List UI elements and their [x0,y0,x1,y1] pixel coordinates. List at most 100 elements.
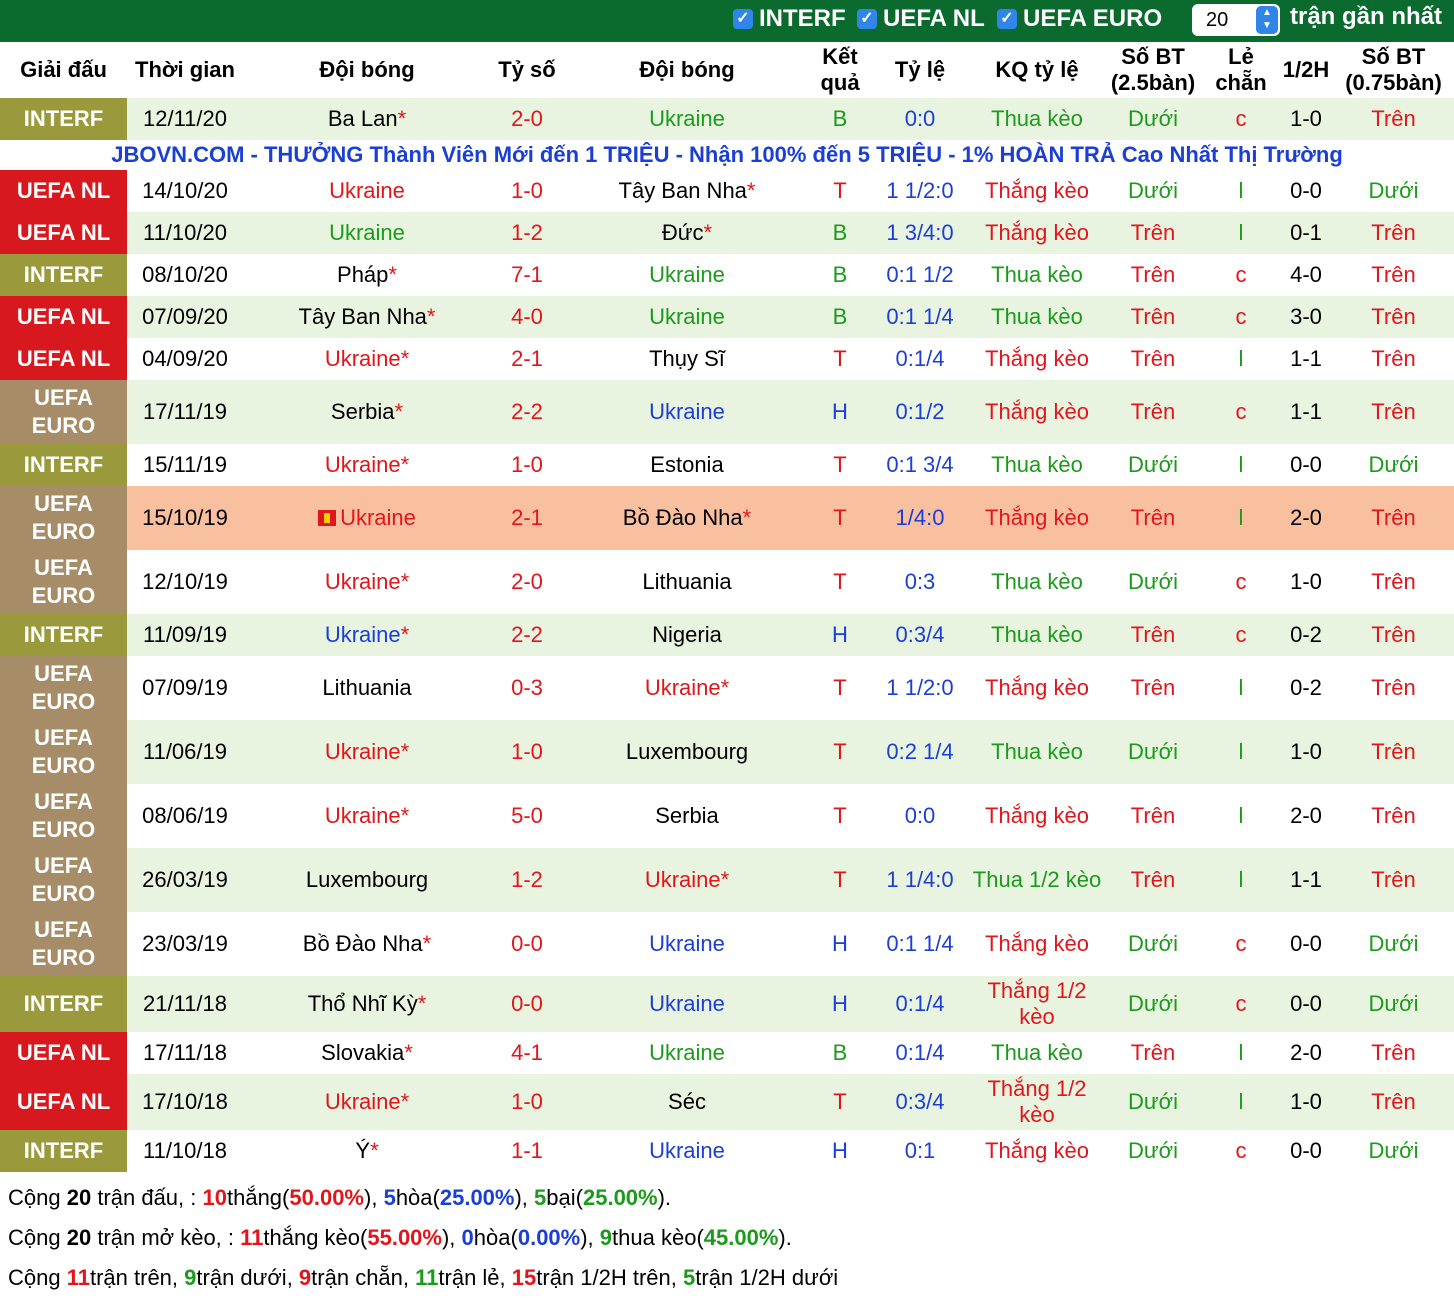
column-header[interactable]: Lẻ chẵn [1203,42,1279,98]
score-cell[interactable]: 2-0 [491,98,563,140]
filter-interf[interactable]: ✓ INTERF [733,5,846,33]
away-team-cell[interactable]: Ukraine* [563,848,811,912]
away-team-cell[interactable]: Ukraine [563,1032,811,1074]
home-team-cell[interactable]: Ukraine* [243,1074,491,1130]
recent-count-select[interactable]: 20 ▲ ▼ [1192,4,1280,36]
home-team-cell[interactable]: Ukraine* [243,784,491,848]
away-team-cell[interactable]: Đức* [563,212,811,254]
score-cell[interactable]: 1-0 [491,1074,563,1130]
score-cell[interactable]: 1-1 [491,1130,563,1172]
home-team-cell[interactable]: Ukraine* [243,338,491,380]
home-team-cell[interactable]: Thổ Nhĩ Kỳ* [243,976,491,1032]
column-header[interactable]: Giải đấu [0,42,127,98]
filter-uefa-nl[interactable]: ✓ UEFA NL [857,5,985,33]
column-header[interactable]: Số BT (0.75bàn) [1333,42,1454,98]
away-team-cell[interactable]: Serbia [563,784,811,848]
table-row[interactable]: UEFA EURO 08/06/19 Ukraine* 5-0 Serbia T 0:0 Th… [0,784,1454,848]
column-header[interactable]: Đội bóng [243,42,491,98]
table-row[interactable]: UEFA EURO 23/03/19 Bồ Đào Nha* 0-0 Ukraine H 0… [0,912,1454,976]
table-row[interactable]: INTERF 08/10/20 Pháp* 7-1 Ukraine B 0:1 1/2 Thu… [0,254,1454,296]
home-team-cell[interactable]: Lithuania [243,656,491,720]
home-team-cell[interactable]: Pháp* [243,254,491,296]
score-cell[interactable]: 1-0 [491,170,563,212]
stepper-icon[interactable]: ▲ ▼ [1256,6,1278,34]
checkbox-icon[interactable]: ✓ [733,9,753,29]
home-team-cell[interactable]: Tây Ban Nha* [243,296,491,338]
table-row[interactable]: UEFA NL 17/11/18 Slovakia* 4-1 Ukraine B 0:1/4… [0,1032,1454,1074]
score-cell[interactable]: 1-2 [491,212,563,254]
table-row[interactable]: INTERF 21/11/18 Thổ Nhĩ Kỳ* 0-0 Ukraine H 0:1/… [0,976,1454,1032]
home-team-cell[interactable]: Serbia* [243,380,491,444]
table-row[interactable]: INTERF 12/11/20 Ba Lan* 2-0 Ukraine B 0:0 Thua … [0,98,1454,140]
score-cell[interactable]: 2-2 [491,614,563,656]
away-team-cell[interactable]: Ukraine [563,1130,811,1172]
checkbox-icon[interactable]: ✓ [857,9,877,29]
promo-banner-row[interactable]: JBOVN.COM - THƯỞNG Thành Viên Mới đến 1 … [0,140,1454,170]
score-cell[interactable]: 2-0 [491,550,563,614]
away-team-cell[interactable]: Estonia [563,444,811,486]
score-cell[interactable]: 0-0 [491,912,563,976]
home-team-cell[interactable]: Ukraine [243,486,491,550]
table-row[interactable]: UEFA EURO 11/06/19 Ukraine* 1-0 Luxembourg T 0… [0,720,1454,784]
score-cell[interactable]: 4-0 [491,296,563,338]
score-cell[interactable]: 1-0 [491,444,563,486]
score-cell[interactable]: 0-3 [491,656,563,720]
score-cell[interactable]: 2-2 [491,380,563,444]
column-header[interactable]: Tỷ lệ [869,42,971,98]
column-header[interactable]: 1/2H [1279,42,1333,98]
home-team-cell[interactable]: Slovakia* [243,1032,491,1074]
away-team-cell[interactable]: Lithuania [563,550,811,614]
home-team-cell[interactable]: Ba Lan* [243,98,491,140]
home-team-cell[interactable]: Ukraine* [243,550,491,614]
home-team-cell[interactable]: Ukraine* [243,720,491,784]
away-team-cell[interactable]: Ukraine [563,912,811,976]
score-cell[interactable]: 1-2 [491,848,563,912]
table-row[interactable]: UEFA EURO 12/10/19 Ukraine* 2-0 Lithuania T 0:… [0,550,1454,614]
table-row[interactable]: UEFA EURO 26/03/19 Luxembourg 1-2 Ukraine* T 1… [0,848,1454,912]
table-row[interactable]: UEFA NL 04/09/20 Ukraine* 2-1 Thụy Sĩ T 0:1/4 T… [0,338,1454,380]
table-row[interactable]: INTERF 11/10/18 Ý* 1-1 Ukraine H 0:1 Thắng kèo D… [0,1130,1454,1172]
column-header[interactable]: Thời gian [127,42,243,98]
away-team-cell[interactable]: Thụy Sĩ [563,338,811,380]
score-cell[interactable]: 1-0 [491,720,563,784]
column-header[interactable]: KQ tỷ lệ [971,42,1103,98]
home-team-cell[interactable]: Luxembourg [243,848,491,912]
table-row[interactable]: UEFA EURO 17/11/19 Serbia* 2-2 Ukraine H 0:1/2… [0,380,1454,444]
away-team-cell[interactable]: Ukraine* [563,656,811,720]
filter-uefa-euro[interactable]: ✓ UEFA EURO [997,5,1162,33]
table-row[interactable]: INTERF 15/11/19 Ukraine* 1-0 Estonia T 0:1 3/4… [0,444,1454,486]
score-cell[interactable]: 2-1 [491,338,563,380]
column-header[interactable]: Đội bóng [563,42,811,98]
table-row[interactable]: UEFA EURO 07/09/19 Lithuania 0-3 Ukraine* T 1 … [0,656,1454,720]
score-cell[interactable]: 5-0 [491,784,563,848]
score-cell[interactable]: 2-1 [491,486,563,550]
promo-banner-link[interactable]: JBOVN.COM - THƯỞNG Thành Viên Mới đến 1 … [0,140,1454,170]
away-team-cell[interactable]: Ukraine [563,296,811,338]
home-team-cell[interactable]: Ukraine* [243,444,491,486]
table-row[interactable]: UEFA NL 07/09/20 Tây Ban Nha* 4-0 Ukraine B 0:… [0,296,1454,338]
home-team-cell[interactable]: Ukraine* [243,614,491,656]
home-team-cell[interactable]: Ukraine [243,212,491,254]
away-team-cell[interactable]: Bồ Đào Nha* [563,486,811,550]
table-row[interactable]: UEFA NL 14/10/20 Ukraine 1-0 Tây Ban Nha* T 1 … [0,170,1454,212]
table-row[interactable]: INTERF 11/09/19 Ukraine* 2-2 Nigeria H 0:3/4 Th… [0,614,1454,656]
column-header[interactable]: Tỷ số [491,42,563,98]
away-team-cell[interactable]: Tây Ban Nha* [563,170,811,212]
score-cell[interactable]: 7-1 [491,254,563,296]
table-row[interactable]: UEFA EURO 15/10/19 Ukraine 2-1 Bồ Đào Nha* T 1… [0,486,1454,550]
away-team-cell[interactable]: Ukraine [563,976,811,1032]
column-header[interactable]: Kết quả [811,42,869,98]
score-cell[interactable]: 4-1 [491,1032,563,1074]
checkbox-icon[interactable]: ✓ [997,9,1017,29]
away-team-cell[interactable]: Nigeria [563,614,811,656]
away-team-cell[interactable]: Ukraine [563,254,811,296]
home-team-cell[interactable]: Ukraine [243,170,491,212]
home-team-cell[interactable]: Ý* [243,1130,491,1172]
table-row[interactable]: UEFA NL 11/10/20 Ukraine 1-2 Đức* B 1 3/4:0 Thắ… [0,212,1454,254]
away-team-cell[interactable]: Ukraine [563,98,811,140]
away-team-cell[interactable]: Luxembourg [563,720,811,784]
column-header[interactable]: Số BT (2.5bàn) [1103,42,1203,98]
away-team-cell[interactable]: Ukraine [563,380,811,444]
table-row[interactable]: UEFA NL 17/10/18 Ukraine* 1-0 Séc T 0:3/4 Thắng… [0,1074,1454,1130]
score-cell[interactable]: 0-0 [491,976,563,1032]
